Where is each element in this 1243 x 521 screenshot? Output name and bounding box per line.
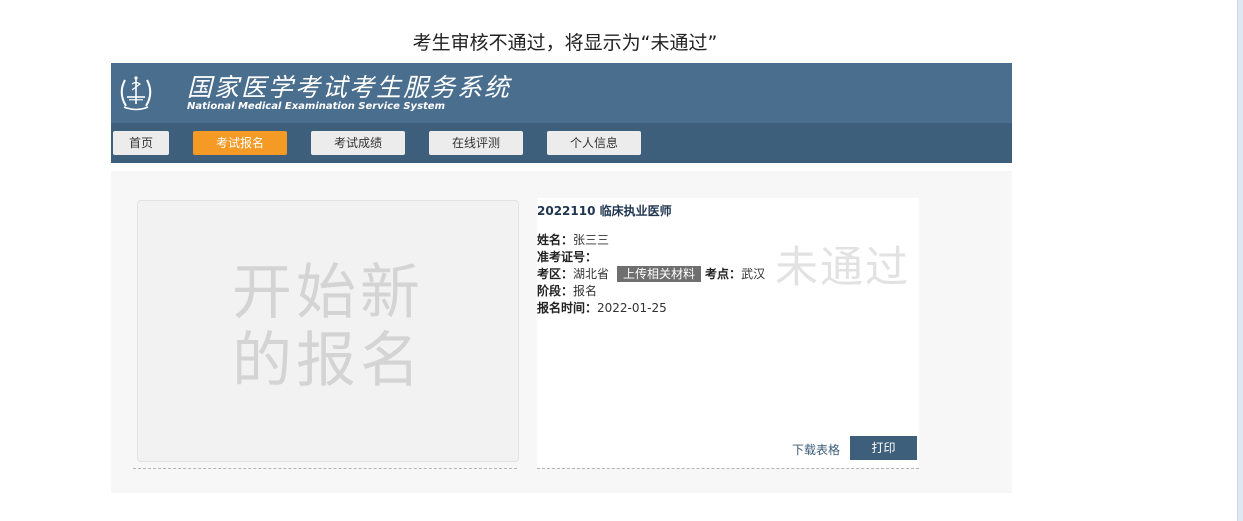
record-title: 2022110 临床执业医师 <box>537 204 672 218</box>
record-details: 姓名：张三三 准考证号： 考区：湖北省 上传相关材料 考点：武汉 阶段：报名 报名时… <box>537 232 765 317</box>
system-title-cn: 国家医学考试考生服务系统 <box>187 72 512 102</box>
tab-personal-info[interactable]: 个人信息 <box>547 131 641 155</box>
divider <box>537 468 919 469</box>
print-button[interactable]: 打印 <box>850 436 917 460</box>
name-value: 张三三 <box>573 233 610 247</box>
system-title: 国家医学考试考生服务系统 National Medical Examinatio… <box>187 72 512 113</box>
download-form-link[interactable]: 下载表格 <box>792 441 840 458</box>
new-registration-line2: 的报名 <box>232 326 424 396</box>
registration-content: 开始新 的报名 2022110 临床执业医师 未通过 姓名：张三三 准考证号： … <box>111 171 1012 493</box>
site-label: 考点： <box>705 267 742 281</box>
region-value: 湖北省 <box>573 267 610 281</box>
stage-label: 阶段： <box>537 284 574 298</box>
page: 考生审核不通过，将显示为“未通过” 国家医学考试考生服务系统 National … <box>0 0 1243 521</box>
registration-record-card: 2022110 临床执业医师 未通过 姓名：张三三 准考证号： 考区：湖北省 上传… <box>537 198 919 468</box>
time-label: 报名时间： <box>537 301 598 315</box>
new-registration-line1: 开始新 <box>232 258 424 328</box>
time-value: 2022-01-25 <box>597 301 667 315</box>
stage-row: 阶段：报名 <box>537 283 765 300</box>
tab-online-assessment[interactable]: 在线评测 <box>429 131 523 155</box>
upload-materials-button[interactable]: 上传相关材料 <box>617 266 702 282</box>
status-stamp: 未通过 <box>775 243 910 293</box>
region-row: 考区：湖北省 上传相关材料 考点：武汉 <box>537 266 765 283</box>
scrollbar-track[interactable] <box>1237 0 1243 521</box>
ticket-row: 准考证号： <box>537 249 765 266</box>
stage-value: 报名 <box>573 284 598 298</box>
region-label: 考区： <box>537 267 574 281</box>
main-nav: 首页 考试报名 考试成绩 在线评测 个人信息 <box>111 123 1012 163</box>
new-registration-label: 开始新 的报名 <box>138 259 518 395</box>
tab-exam-registration[interactable]: 考试报名 <box>193 131 287 155</box>
medical-exam-emblem-icon <box>117 74 155 112</box>
new-registration-card[interactable]: 开始新 的报名 <box>137 200 519 462</box>
page-caption: 考生审核不通过，将显示为“未通过” <box>412 32 718 54</box>
system-title-en: National Medical Examination Service Sys… <box>187 100 446 112</box>
ticket-label: 准考证号： <box>537 250 598 264</box>
name-row: 姓名：张三三 <box>537 232 765 249</box>
time-row: 报名时间：2022-01-25 <box>537 300 765 317</box>
site-value: 武汉 <box>741 267 766 281</box>
header-banner: 国家医学考试考生服务系统 National Medical Examinatio… <box>111 63 1012 123</box>
divider <box>133 468 517 469</box>
name-label: 姓名： <box>537 233 574 247</box>
tab-home[interactable]: 首页 <box>113 131 169 155</box>
tab-exam-scores[interactable]: 考试成绩 <box>311 131 405 155</box>
exam-service-app: 国家医学考试考生服务系统 National Medical Examinatio… <box>111 63 1012 493</box>
